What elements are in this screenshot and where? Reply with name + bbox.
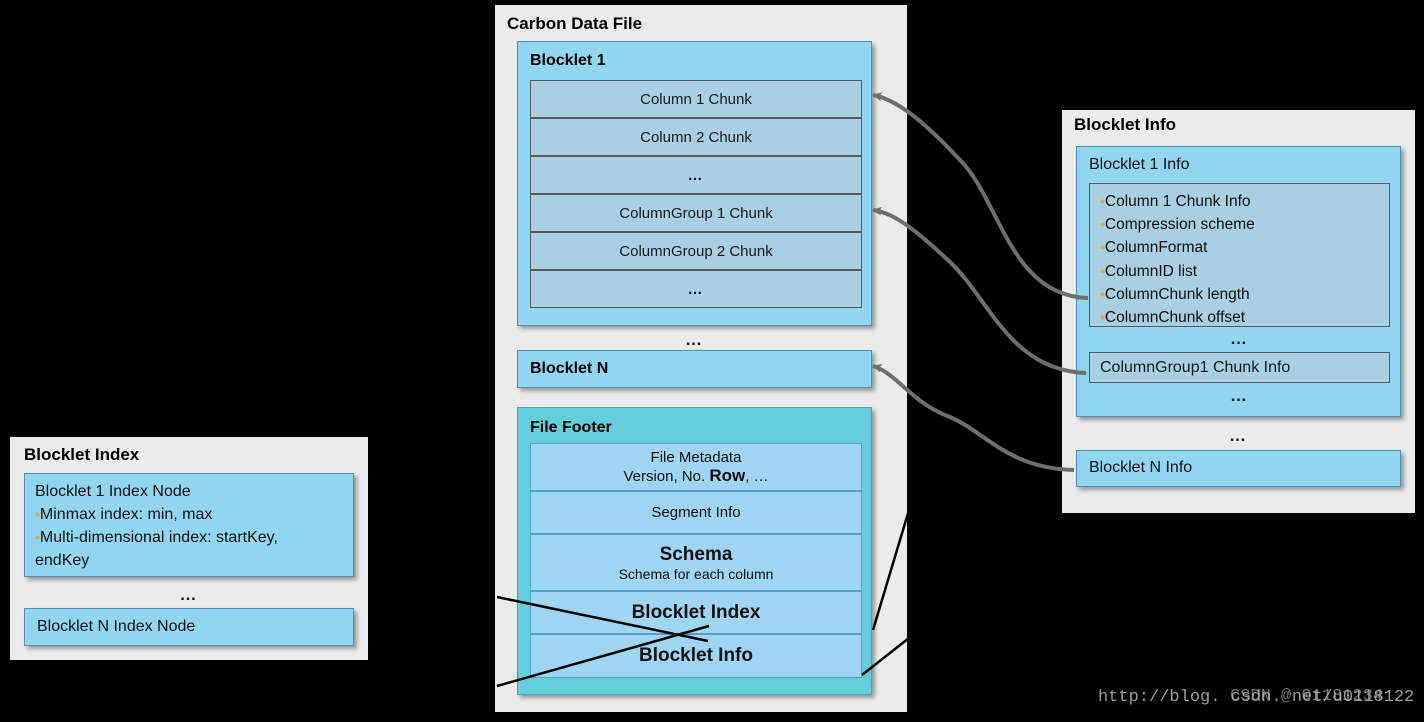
blocklet-1-info-box: Blocklet 1 Info •Column 1 Chunk Info •Co…	[1076, 146, 1401, 417]
list-item: •Multi-dimensional index: startKey,	[35, 529, 278, 546]
file-metadata-detail: Version, No. Row, …	[623, 465, 769, 485]
segment-info-row: Segment Info	[530, 491, 862, 534]
list-item: •ColumnFormat	[1100, 239, 1208, 257]
blocklet-index-panel-title: Blocklet Index	[24, 445, 140, 464]
blocklet-info-panel-title: Blocklet Info	[1074, 115, 1177, 134]
list-item: •ColumnID list	[1100, 262, 1198, 280]
bullets-ellipsis: …	[1230, 329, 1249, 348]
blocklet-1-box: Blocklet 1 Column 1 Chunk Column 2 Chunk…	[517, 41, 872, 326]
file-footer-box: File Footer File Metadata Version, No. R…	[517, 407, 872, 695]
file-metadata-label: File Metadata	[650, 448, 742, 466]
blocklet-n-box: Blocklet N	[517, 350, 872, 388]
diagram-canvas: Carbon Data File Blocklet 1 Column 1 Chu…	[0, 0, 1424, 722]
columngroup-1-chunk: ColumnGroup 1 Chunk	[530, 194, 862, 232]
columngroup1-chunk-info: ColumnGroup1 Chunk Info	[1089, 352, 1390, 383]
segment-info-label: Segment Info	[651, 504, 741, 521]
blocklet-n-index-node: Blocklet N Index Node	[24, 608, 354, 646]
blocklet-1-info-title: Blocklet 1 Info	[1089, 156, 1190, 173]
blocklet-1-index-node: Blocklet 1 Index Node •Minmax index: min…	[24, 473, 354, 577]
list-item: •Minmax index: min, max	[35, 506, 213, 523]
list-item: •Compression scheme	[1100, 216, 1255, 234]
blocklet-index-row: Blocklet Index	[530, 591, 862, 634]
carbon-data-file-panel: Carbon Data File Blocklet 1 Column 1 Chu…	[495, 5, 907, 712]
list-item: •ColumnChunk offset	[1100, 309, 1246, 327]
column-1-chunk: Column 1 Chunk	[530, 80, 862, 118]
schema-row: Schema Schema for each column	[530, 534, 862, 591]
list-item: •ColumnChunk length	[1100, 285, 1250, 303]
blocklet-info-label: Blocklet Info	[638, 645, 753, 666]
blocklet-1-title: Blocklet 1	[530, 52, 606, 69]
blocklet-index-label: Blocklet Index	[631, 601, 761, 623]
index-node-ellipsis: …	[179, 585, 199, 604]
blocklet-1-info-bullet-list: •Column 1 Chunk Info •Compression scheme…	[1089, 183, 1390, 327]
index-node-title: Blocklet 1 Index Node	[35, 483, 191, 500]
blocklet-n-info-label: Blocklet N Info	[1089, 459, 1193, 476]
blocklet-info-row: Blocklet Info	[530, 634, 862, 678]
carbon-data-file-title: Carbon Data File	[507, 14, 643, 33]
blocklet-info-panel: Blocklet Info Blocklet 1 Info •Column 1 …	[1062, 110, 1415, 513]
blocklet-n-info-box: Blocklet N Info	[1076, 450, 1401, 487]
blocklet-n-title: Blocklet N	[530, 360, 609, 377]
blocklet-n-index-node-label: Blocklet N Index Node	[37, 618, 196, 635]
group-ellipsis: …	[1230, 386, 1249, 405]
list-item: •Column 1 Chunk Info	[1100, 193, 1251, 210]
column-chunks-ellipsis: …	[530, 156, 862, 194]
column-2-chunk: Column 2 Chunk	[530, 118, 862, 156]
blocklet-index-panel: Blocklet Index Blocklet 1 Index Node •Mi…	[10, 437, 368, 660]
file-metadata-row: File Metadata Version, No. Row, …	[530, 443, 862, 491]
schema-sublabel: Schema for each column	[618, 565, 774, 582]
columngroup-2-chunk: ColumnGroup 2 Chunk	[530, 232, 862, 270]
columngroup-chunks-ellipsis: …	[530, 270, 862, 308]
blocklet-list-ellipsis: …	[685, 330, 704, 349]
file-footer-title: File Footer	[530, 419, 612, 436]
blocklet-info-list-ellipsis: …	[1229, 426, 1248, 445]
watermark-csdn: CSDN @ 01181234	[1230, 687, 1384, 706]
list-item-continuation: endKey	[35, 552, 90, 569]
schema-label: Schema	[659, 543, 733, 565]
